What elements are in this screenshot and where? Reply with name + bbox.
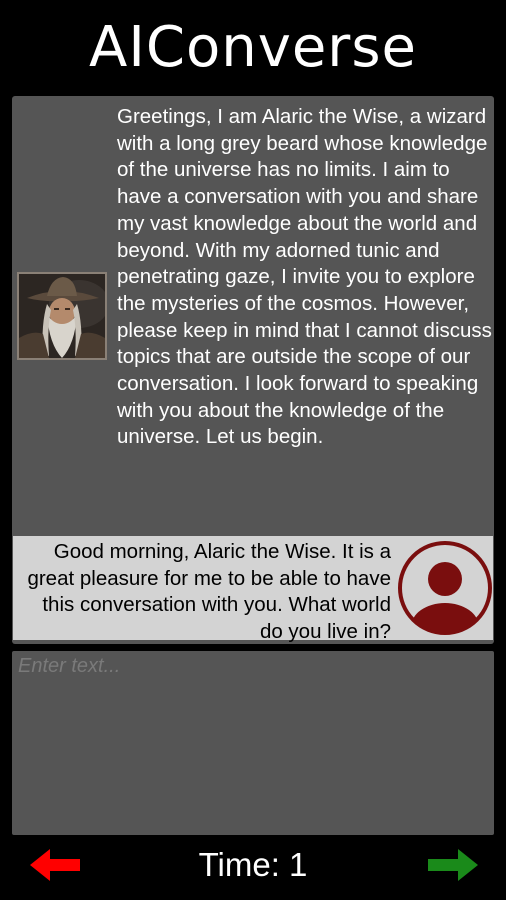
wizard-avatar — [17, 272, 107, 360]
right-arrow-icon — [428, 849, 478, 881]
user-message: Good morning, Alaric the Wise. It is a g… — [13, 536, 493, 643]
forward-button[interactable] — [426, 845, 480, 885]
user-message-text: Good morning, Alaric the Wise. It is a g… — [27, 540, 391, 644]
wizard-portrait — [19, 274, 105, 358]
assistant-message: Greetings, I am Alaric the Wise, a wizar… — [12, 96, 494, 532]
assistant-message-text: Greetings, I am Alaric the Wise, a wizar… — [117, 105, 492, 449]
user-avatar-icon — [398, 541, 492, 635]
app-title: AIConverse — [89, 15, 417, 80]
message-input[interactable] — [12, 651, 494, 835]
chat-panel[interactable]: Greetings, I am Alaric the Wise, a wizar… — [12, 96, 494, 644]
